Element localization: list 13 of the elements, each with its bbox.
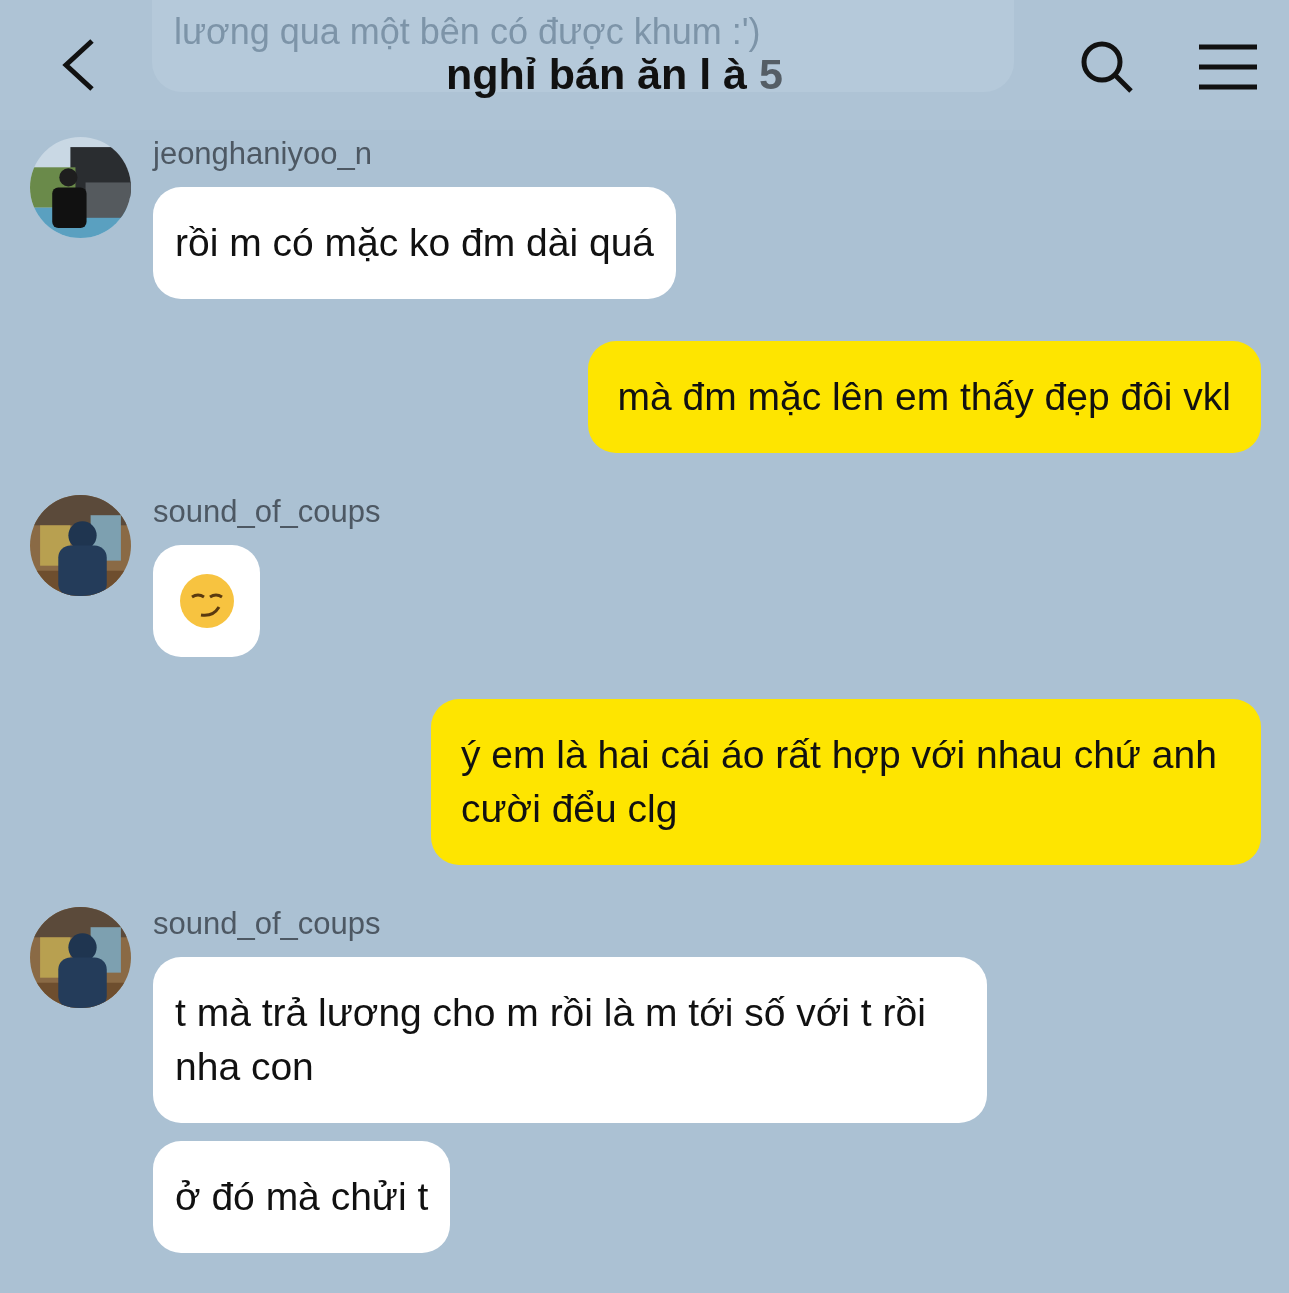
sender-name: sound_of_coups: [153, 495, 381, 529]
menu-icon[interactable]: [1197, 43, 1259, 91]
chat-title: nghỉ bán ăn l à: [446, 49, 748, 99]
sender-name: sound_of_coups: [153, 907, 381, 941]
message-bubble: mà đm mặc lên em thấy đẹp đôi vkl: [587, 341, 1261, 453]
message-bubble: ở đó mà chửi t: [153, 1141, 451, 1253]
sender-name: jeonghaniyoo_n: [153, 137, 372, 171]
member-count: 5: [759, 49, 783, 99]
search-icon[interactable]: [1079, 39, 1135, 95]
message-bubble: rồi m có mặc ko đm dài quá: [153, 187, 677, 299]
message-bubble: t mà trả lương cho m rồi là m tới số với t rồi nha con: [153, 957, 987, 1123]
message-bubble: ý em là hai cái áo rất hợp với nhau chứ anh cười đểu clg: [431, 699, 1261, 865]
smirking-face-icon: [178, 573, 235, 629]
